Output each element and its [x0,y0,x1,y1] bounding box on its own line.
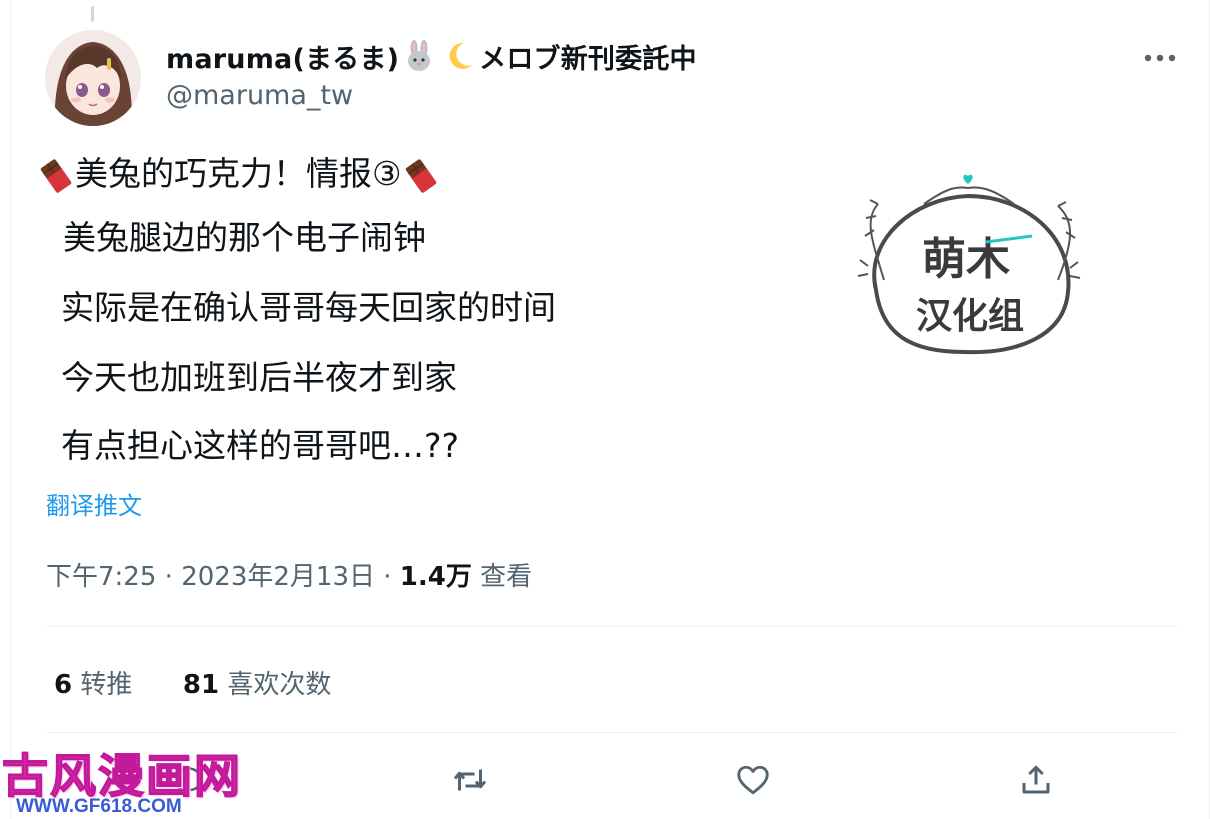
avatar-illustration [45,30,141,126]
retweet-button[interactable] [448,758,492,802]
scanlation-group-logo: 萌木 汉化组 [854,170,1082,360]
share-icon [1022,765,1050,794]
retweets-count: 6 [54,670,73,700]
more-options-button[interactable] [1140,44,1180,72]
tweet-title: 美兔的巧克力！情报③ [75,154,402,193]
tweet-date[interactable]: 2023年2月13日 [181,562,375,592]
divider [45,626,1178,627]
card-border-left [10,0,11,819]
like-button[interactable] [731,758,775,802]
crescent-moon-emoji-icon [442,39,476,73]
tweet-time[interactable]: 下午7:25 [46,562,156,592]
tweet-stats: 6 转推 81 喜欢次数 [54,664,331,701]
likes-count: 81 [182,670,220,700]
display-name-suffix: メロブ新刊委託中 [479,43,697,75]
divider [45,732,1178,733]
retweets-label: 转推 [80,670,133,700]
heart-icon [737,765,769,795]
tweet-line: 美兔腿边的那个电子闹钟 [63,218,426,257]
watermark-url: WWW.GF618.COM [16,796,182,817]
chocolate-bar-icon [402,157,440,195]
display-name-text: maruma(まるま) [166,43,400,75]
avatar[interactable] [45,30,141,126]
author-handle[interactable]: @maruma_tw [166,80,353,111]
site-watermark: 古风漫画网 WWW.GF618.COM [0,738,241,819]
retweets-stat[interactable]: 6 转推 [54,664,132,701]
views-label: 查看 [480,562,533,592]
rabbit-emoji-icon [402,39,436,73]
logo-line2: 汉化组 [916,296,1024,337]
author-display-name[interactable]: maruma(まるま) メロブ新刊委託中 [166,38,697,75]
likes-stat[interactable]: 81 喜欢次数 [183,664,331,701]
share-button[interactable] [1014,758,1058,802]
meta-separator: · [164,562,182,592]
tweet-line: 今天也加班到后半夜才到家 [61,358,457,397]
tweet-meta: 下午7:25 · 2023年2月13日 · 1.4万 查看 [46,556,532,593]
chocolate-bar-icon [37,157,75,195]
likes-label: 喜欢次数 [227,670,332,700]
translate-tweet-link[interactable]: 翻译推文 [46,486,142,521]
tweet-line: 有点担心这样的哥哥吧…?? [61,426,460,465]
meta-separator: · [383,562,400,592]
views-count: 1.4万 [399,562,472,592]
retweet-icon [453,769,487,791]
more-dots-icon [1144,54,1176,62]
tweet-line: 实际是在确认哥哥每天回家的时间 [61,288,556,327]
tweet-title-line: 美兔的巧克力！情报③ [37,156,440,195]
thread-connector-line [91,6,94,22]
